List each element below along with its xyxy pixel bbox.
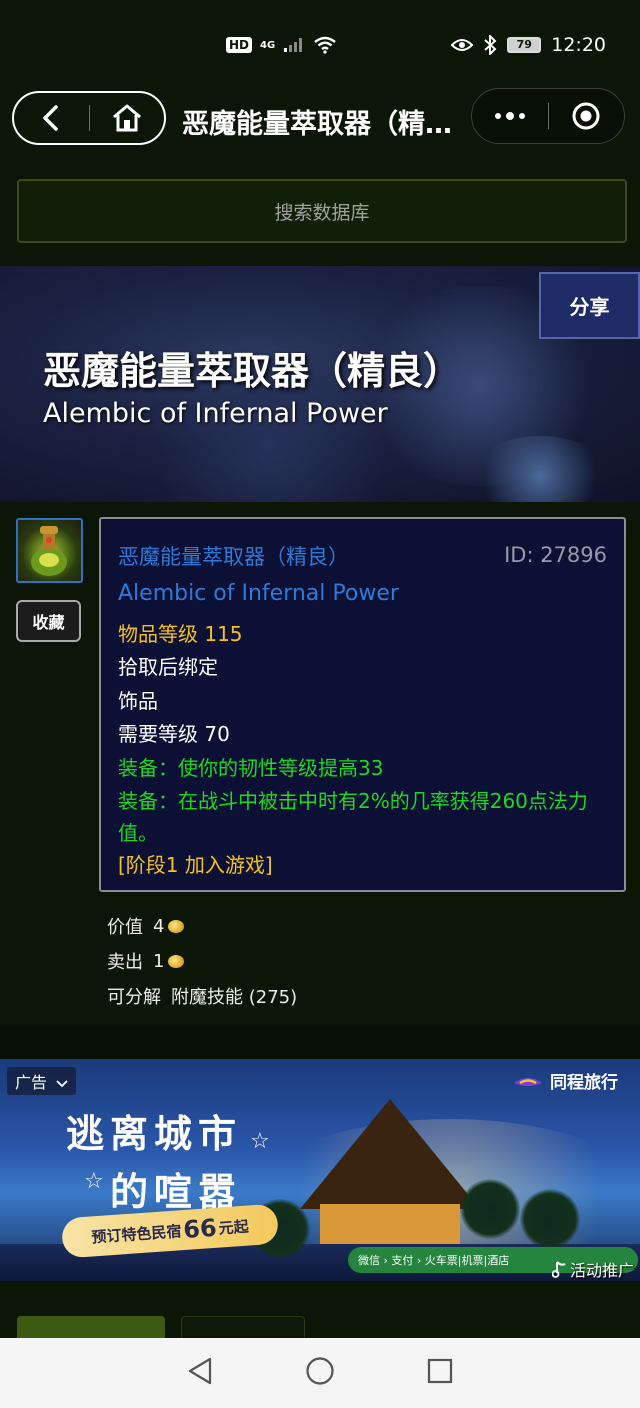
sell-row: 卖出 1 — [107, 948, 185, 974]
nav-back-button[interactable] — [186, 1356, 214, 1390]
ad-promo-suffix: 元起 — [217, 1217, 250, 1238]
gold-coin-icon — [168, 954, 185, 968]
ad-activity: 活动推广 — [551, 1257, 634, 1281]
item-name-en: Alembic of Infernal Power — [118, 581, 399, 606]
item-effect-1: 装备：使你的韧性等级提高33 — [118, 756, 384, 780]
ad-palm-tree — [460, 1179, 520, 1239]
sell-amount: 1 — [153, 950, 165, 972]
star-icon: ☆ — [84, 1169, 104, 1194]
favorite-button[interactable]: 收藏 — [16, 600, 81, 642]
circle-home-icon — [306, 1357, 334, 1385]
sell-label: 卖出 — [107, 952, 143, 973]
item-bind: 拾取后绑定 — [118, 655, 218, 679]
status-time: 12:20 — [551, 34, 606, 56]
nav-home-button[interactable] — [305, 1356, 335, 1390]
status-bar: HD 4G 79 12:20 — [0, 0, 640, 92]
chevron-down-icon — [56, 1080, 68, 1088]
home-button[interactable] — [90, 93, 165, 143]
alembic-icon — [31, 526, 67, 576]
hd-badge: HD — [226, 37, 253, 53]
ad-label[interactable]: 广告 — [7, 1067, 77, 1095]
disenchant-value[interactable]: 附魔技能 (275) — [171, 983, 297, 1009]
nav-recent-button[interactable] — [426, 1357, 454, 1389]
item-name-cn: 恶魔能量萃取器（精良） — [118, 545, 349, 569]
star-icon: ☆ — [250, 1129, 270, 1154]
banner-artwork-3 — [470, 436, 610, 502]
ad-promo-prefix: 预订特色民宿 — [90, 1221, 182, 1246]
gold-coin-icon — [168, 919, 185, 933]
brand-logo-icon — [514, 1078, 543, 1086]
back-arrow-icon — [43, 105, 58, 131]
item-level: 物品等级 115 — [118, 622, 243, 646]
ad-palm-tree — [520, 1189, 580, 1249]
item-banner: 分享 恶魔能量萃取器（精良） Alembic of Infernal Power — [0, 266, 640, 502]
page-title: 恶魔能量萃取器（精良） — [182, 109, 464, 140]
status-right: 79 12:20 — [451, 34, 606, 56]
item-slot: 饰品 — [118, 689, 158, 713]
ad-brand: 同程旅行 — [512, 1068, 618, 1093]
signal-icon — [284, 38, 303, 52]
item-effect-2: 装备：在战斗中被击中时有2%的几率获得260点法力值。 — [118, 789, 588, 845]
value-row: 价值 4 — [107, 913, 185, 939]
item-required-level: 需要等级 70 — [118, 722, 230, 746]
search-placeholder: 搜索数据库 — [274, 201, 370, 224]
value-label: 价值 — [107, 917, 143, 938]
item-icon — [16, 518, 83, 583]
network-type: 4G — [260, 39, 276, 51]
triangle-back-icon — [188, 1357, 211, 1385]
status-network: HD 4G — [226, 36, 337, 54]
disenchant-row: 可分解 附魔技能 (275) — [107, 983, 297, 1009]
battery-indicator: 79 — [507, 37, 542, 53]
music-note-icon — [551, 1261, 566, 1278]
search-input[interactable]: 搜索数据库 — [17, 179, 627, 243]
ad-banner[interactable]: 广告 同程旅行 逃离城市 ☆ ☆ 的喧嚣 预订特色民宿 66 元起 微信 › 支… — [0, 1059, 640, 1281]
item-tooltip: 恶魔能量萃取器（精良） ID: 27896 Alembic of Inferna… — [99, 517, 626, 892]
square-recent-icon — [428, 1358, 453, 1384]
nav-bar: 恶魔能量萃取器（精良） — [0, 88, 640, 150]
section-divider — [0, 1025, 640, 1059]
ad-activity-text: 活动推广 — [569, 1261, 634, 1280]
wifi-icon — [314, 36, 336, 54]
ad-headline-1: 逃离城市 — [66, 1112, 243, 1156]
eye-icon — [451, 39, 474, 51]
value-amount: 4 — [153, 915, 165, 937]
disenchant-label: 可分解 — [107, 987, 161, 1008]
ad-hut-body — [320, 1204, 460, 1244]
system-nav-bar — [0, 1338, 640, 1408]
share-button[interactable]: 分享 — [539, 272, 640, 339]
bluetooth-icon — [484, 35, 497, 55]
nav-capsule-left — [12, 91, 166, 145]
ad-promo-number: 66 — [182, 1213, 218, 1245]
item-id: ID: 27896 — [504, 543, 607, 567]
ad-label-text: 广告 — [15, 1073, 48, 1092]
close-miniapp-button[interactable] — [549, 89, 625, 143]
item-phase: [阶段1 加入游戏] — [118, 853, 273, 877]
more-dots-icon — [494, 112, 525, 120]
target-close-icon — [572, 102, 600, 130]
home-icon — [112, 104, 141, 132]
ad-brand-name: 同程旅行 — [550, 1073, 618, 1093]
back-button[interactable] — [14, 93, 89, 143]
banner-title-en: Alembic of Infernal Power — [43, 398, 388, 429]
nav-capsule-right — [471, 88, 625, 144]
more-button[interactable] — [472, 89, 548, 143]
ad-hut-roof — [300, 1099, 480, 1209]
banner-title-cn: 恶魔能量萃取器（精良） — [43, 349, 462, 393]
